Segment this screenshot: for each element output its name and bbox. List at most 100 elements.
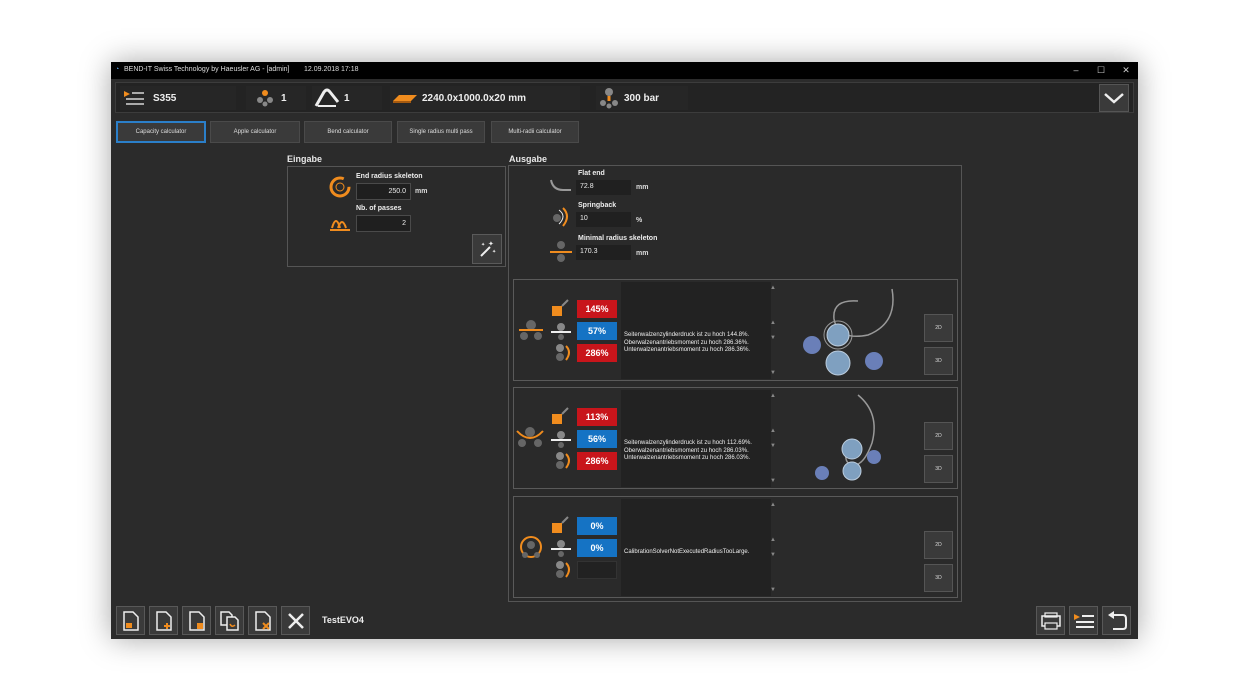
scroll-up-arrow-icon[interactable]: ▲ — [769, 284, 777, 292]
view-2d-button[interactable]: 2D — [924, 422, 953, 450]
min-radius-output: 170.3 — [576, 245, 631, 260]
printer-icon — [1040, 612, 1062, 630]
view-2d-button[interactable]: 2D — [924, 531, 953, 559]
close-window-button[interactable]: ✕ — [1113, 63, 1139, 78]
undo-button[interactable] — [1102, 606, 1131, 635]
four-roll-config-icon — [516, 425, 544, 449]
view-3d-button[interactable]: 3D — [924, 564, 953, 592]
passes-label: Nb. of passes — [356, 205, 402, 212]
tab-capacity-calculator[interactable]: Capacity calculator — [116, 121, 206, 143]
pressure-value: 300 bar — [624, 93, 660, 104]
plate-icon — [393, 93, 417, 103]
min-radius-icon — [549, 240, 573, 262]
program-list-button[interactable] — [1069, 606, 1098, 635]
view-3d-button[interactable]: 3D — [924, 347, 953, 375]
top-roll-torque-badge: 57% — [577, 322, 617, 340]
view-3d-button[interactable]: 3D — [924, 455, 953, 483]
collapse-button[interactable] — [1099, 84, 1129, 112]
cylinder-pressure-badge: 113% — [577, 408, 617, 426]
new-document-icon — [155, 611, 173, 631]
cylinder-pressure-icon — [550, 406, 570, 426]
springback-icon — [549, 206, 573, 228]
minimize-button[interactable]: – — [1063, 63, 1089, 78]
roll-preview-diagram — [794, 391, 914, 486]
delete-document-button[interactable] — [248, 606, 277, 635]
app-window: ◔ BEND-IT Swiss Technology by Haeusler A… — [111, 62, 1138, 639]
rolls-count-value: 1 — [281, 93, 287, 104]
view-2d-button[interactable]: 2D — [924, 314, 953, 342]
flat-end-label: Flat end — [578, 170, 605, 177]
top-roll-torque-icon — [550, 321, 572, 341]
svg-text:✦: ✦ — [492, 249, 496, 255]
open-document-button[interactable] — [116, 606, 145, 635]
scroll-up-arrow-icon[interactable]: ▲ — [769, 501, 777, 509]
input-panel: End radius skeleton 250.0 mm Nb. of pass… — [287, 166, 506, 267]
min-radius-label: Minimal radius skeleton — [578, 235, 658, 242]
result-panel-2: 113% 56% 286% Seitenwalzenzylinderdruck … — [513, 387, 958, 489]
maximize-button[interactable]: ☐ — [1088, 63, 1114, 78]
scroll-mid-up-icon[interactable]: ▲ — [769, 536, 777, 544]
pressure-selector[interactable]: 300 bar — [596, 86, 688, 110]
machine-status-bar: S355 1 1 2240.0x1000.0x20 mm 300 bar — [115, 82, 1134, 113]
tab-bend-calculator[interactable]: Bend calculator — [304, 121, 392, 143]
end-radius-label: End radius skeleton — [356, 173, 423, 180]
open-document-icon — [122, 611, 140, 631]
copy-document-button[interactable] — [215, 606, 244, 635]
new-document-button[interactable] — [149, 606, 178, 635]
scroll-mid-up-icon[interactable]: ▲ — [769, 427, 777, 435]
material-list-icon — [123, 89, 145, 107]
springback-label: Springback — [578, 202, 617, 209]
scroll-mid-down-icon[interactable]: ▼ — [769, 442, 777, 450]
input-section-title: Eingabe — [287, 154, 323, 164]
output-section-title: Ausgabe — [509, 154, 548, 164]
bottom-roll-torque-icon — [552, 450, 574, 470]
svg-text:✦: ✦ — [481, 242, 485, 248]
save-document-icon — [188, 611, 206, 631]
bent-plate-icon — [314, 88, 340, 108]
flat-end-output: 72.8 — [576, 180, 631, 195]
scroll-mid-down-icon[interactable]: ▼ — [769, 334, 777, 342]
result-message: CalibrationSolverNotExecutedRadiusTooLar… — [624, 549, 750, 555]
calculate-button[interactable]: ✦ ✦ ✦ — [472, 234, 502, 264]
bottom-roll-torque-badge: 286% — [577, 452, 617, 470]
svg-text:✦: ✦ — [488, 240, 494, 248]
passes-wave-icon — [328, 210, 352, 232]
passes-input[interactable]: 2 — [356, 215, 411, 232]
flat-end-unit: mm — [636, 184, 649, 191]
radius-ring-icon — [328, 175, 352, 199]
print-button[interactable] — [1036, 606, 1065, 635]
scroll-up-arrow-icon[interactable]: ▲ — [769, 392, 777, 400]
tab-multi-radii-calculator[interactable]: Multi-radii calculator — [491, 121, 579, 143]
title-bar: ◔ BEND-IT Swiss Technology by Haeusler A… — [111, 62, 1138, 79]
cylinder-pressure-icon — [550, 298, 570, 318]
result-message-box: CalibrationSolverNotExecutedRadiusTooLar… — [621, 499, 776, 596]
rolls-count-selector[interactable]: 1 — [246, 86, 306, 110]
close-document-button[interactable] — [281, 606, 310, 635]
result-message: Seitenwalzenzylinderdruck ist zu hoch 11… — [624, 440, 752, 461]
cylinder-pressure-icon — [550, 515, 570, 535]
bottom-roll-torque-icon — [552, 559, 574, 579]
tab-apple-calculator[interactable]: Apple calculator — [210, 121, 300, 143]
calibration-config-icon — [518, 535, 544, 561]
min-radius-unit: mm — [636, 250, 649, 257]
scroll-mid-down-icon[interactable]: ▼ — [769, 551, 777, 559]
result-panel-1: 145% 57% 286% Seitenwalzenzylinderdruck … — [513, 279, 958, 381]
scroll-mid-up-icon[interactable]: ▲ — [769, 319, 777, 327]
scroll-down-arrow-icon[interactable]: ▼ — [769, 369, 777, 377]
window-datetime: 12.09.2018 17:18 — [304, 66, 359, 73]
material-selector[interactable]: S355 — [120, 86, 236, 110]
end-radius-input[interactable]: 250.0 — [356, 183, 411, 200]
passes-selector[interactable]: 1 — [312, 86, 382, 110]
pressure-icon — [599, 87, 619, 109]
document-name: TestEVO4 — [322, 615, 364, 625]
result-panel-3: 0% 0% CalibrationSolverNotExecutedRadius… — [513, 496, 958, 598]
top-roll-torque-badge: 0% — [577, 539, 617, 557]
bottom-roll-torque-badge — [577, 561, 617, 579]
tab-single-radius-multi-pass[interactable]: Single radius multi pass — [397, 121, 485, 143]
scroll-down-arrow-icon[interactable]: ▼ — [769, 477, 777, 485]
plate-dimensions-selector[interactable]: 2240.0x1000.0x20 mm — [390, 86, 580, 110]
bottom-roll-torque-badge: 286% — [577, 344, 617, 362]
save-document-button[interactable] — [182, 606, 211, 635]
close-icon — [287, 612, 305, 630]
scroll-down-arrow-icon[interactable]: ▼ — [769, 586, 777, 594]
